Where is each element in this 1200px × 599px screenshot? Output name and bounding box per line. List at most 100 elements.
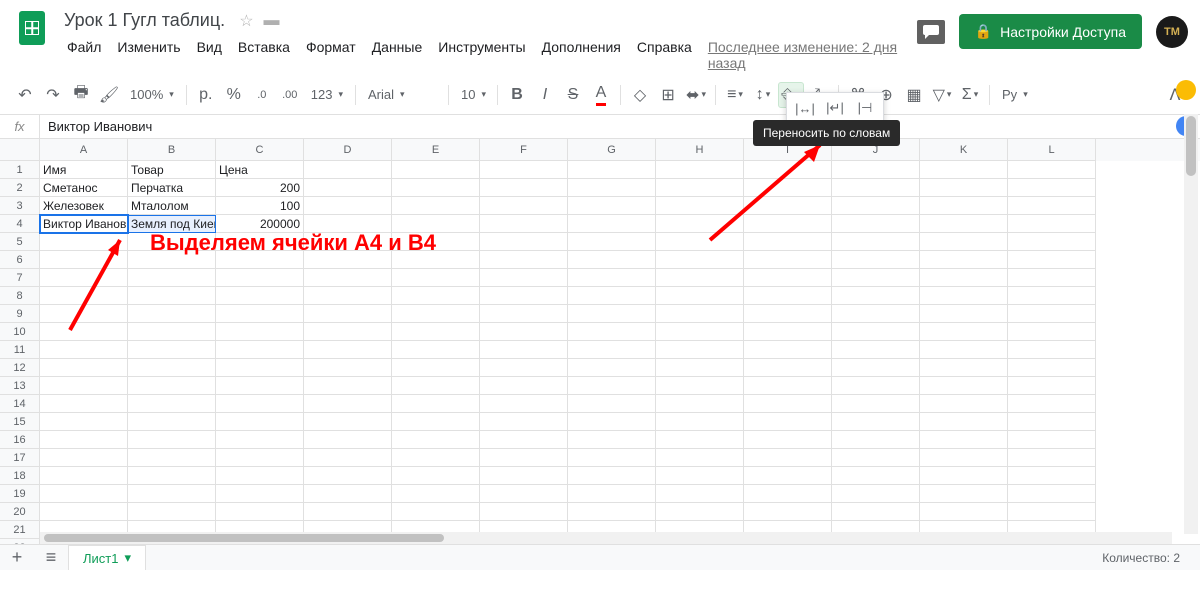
cell[interactable] [392,377,480,395]
cell[interactable] [568,395,656,413]
cell[interactable] [216,323,304,341]
col-header[interactable]: E [392,139,480,161]
all-sheets-button[interactable]: ≡ [34,547,68,568]
cell[interactable] [1008,449,1096,467]
menu-addons[interactable]: Дополнения [535,35,628,75]
cell[interactable] [1008,359,1096,377]
cell[interactable] [216,449,304,467]
cell[interactable] [480,413,568,431]
cell[interactable] [1008,251,1096,269]
cell[interactable] [1008,323,1096,341]
cell[interactable] [128,305,216,323]
cell[interactable] [656,305,744,323]
wrap-clip-option[interactable]: |⊣ [853,97,877,119]
cell[interactable] [744,413,832,431]
cell[interactable] [832,449,920,467]
fill-color-button[interactable]: ◇ [627,82,653,108]
redo-button[interactable]: ↷ [40,82,66,108]
cell[interactable] [920,503,1008,521]
cell[interactable] [480,161,568,179]
cell[interactable] [216,359,304,377]
cell[interactable] [304,449,392,467]
menu-data[interactable]: Данные [365,35,430,75]
borders-button[interactable]: ⊞ [655,82,681,108]
cell[interactable] [568,341,656,359]
cell[interactable] [656,359,744,377]
percent-button[interactable]: % [221,82,247,108]
more-formats-button[interactable]: 123 [305,87,349,102]
cell[interactable] [832,251,920,269]
cell[interactable] [392,503,480,521]
cell[interactable] [656,251,744,269]
cell[interactable] [832,179,920,197]
cell[interactable] [216,287,304,305]
cell[interactable] [920,377,1008,395]
paint-format-button[interactable]: 🖌 [96,82,122,108]
cell[interactable] [832,197,920,215]
cell[interactable] [304,359,392,377]
cell[interactable] [832,269,920,287]
cell[interactable] [832,395,920,413]
cell[interactable] [480,305,568,323]
cell[interactable] [216,341,304,359]
cell[interactable] [392,467,480,485]
row-header[interactable]: 13 [0,377,40,395]
cell[interactable] [40,449,128,467]
cell[interactable] [832,341,920,359]
cell[interactable] [744,485,832,503]
cell[interactable] [744,377,832,395]
row-header[interactable]: 11 [0,341,40,359]
comments-button[interactable] [917,20,945,44]
cell[interactable]: Железовек [40,197,128,215]
cell[interactable] [832,377,920,395]
cell[interactable] [216,503,304,521]
cell[interactable] [304,503,392,521]
menu-view[interactable]: Вид [190,35,229,75]
cell[interactable] [128,377,216,395]
last-edit[interactable]: Последнее изменение: 2 дня назад [701,35,917,75]
doc-title[interactable]: Урок 1 Гугл таблиц. [60,8,229,33]
font-size-select[interactable]: 10 [455,87,491,102]
cell[interactable] [480,215,568,233]
cell[interactable] [392,161,480,179]
cell[interactable] [1008,341,1096,359]
cell[interactable] [480,197,568,215]
status-bar[interactable]: Количество: 2 [1102,551,1200,565]
cell[interactable] [304,161,392,179]
cell[interactable] [128,323,216,341]
cell[interactable]: 100 [216,197,304,215]
cell[interactable] [128,287,216,305]
cell[interactable] [40,341,128,359]
decrease-decimal-button[interactable]: .0 [249,82,275,108]
row-header[interactable]: 21 [0,521,40,539]
cell[interactable] [920,323,1008,341]
cell[interactable] [656,449,744,467]
cell[interactable] [392,287,480,305]
cell[interactable] [216,377,304,395]
cell[interactable] [920,485,1008,503]
cell[interactable] [40,503,128,521]
cell[interactable] [304,197,392,215]
horizontal-scrollbar[interactable] [40,532,1172,544]
cell[interactable] [216,431,304,449]
cell[interactable]: 200 [216,179,304,197]
cell[interactable] [1008,179,1096,197]
cell[interactable] [832,287,920,305]
cell[interactable] [392,413,480,431]
cell[interactable] [920,251,1008,269]
print-button[interactable]: 🖶 [68,82,94,108]
cell[interactable]: Сметанос [40,179,128,197]
share-button[interactable]: 🔒 Настройки Доступа [959,14,1142,49]
cell[interactable] [392,179,480,197]
cell[interactable] [744,323,832,341]
cell[interactable] [920,233,1008,251]
cell[interactable] [128,341,216,359]
cell[interactable] [128,359,216,377]
row-header[interactable]: 4 [0,215,40,233]
cell[interactable] [40,467,128,485]
cell[interactable] [480,359,568,377]
cell[interactable] [216,467,304,485]
cell[interactable] [568,449,656,467]
cell[interactable] [128,395,216,413]
cell[interactable] [920,197,1008,215]
